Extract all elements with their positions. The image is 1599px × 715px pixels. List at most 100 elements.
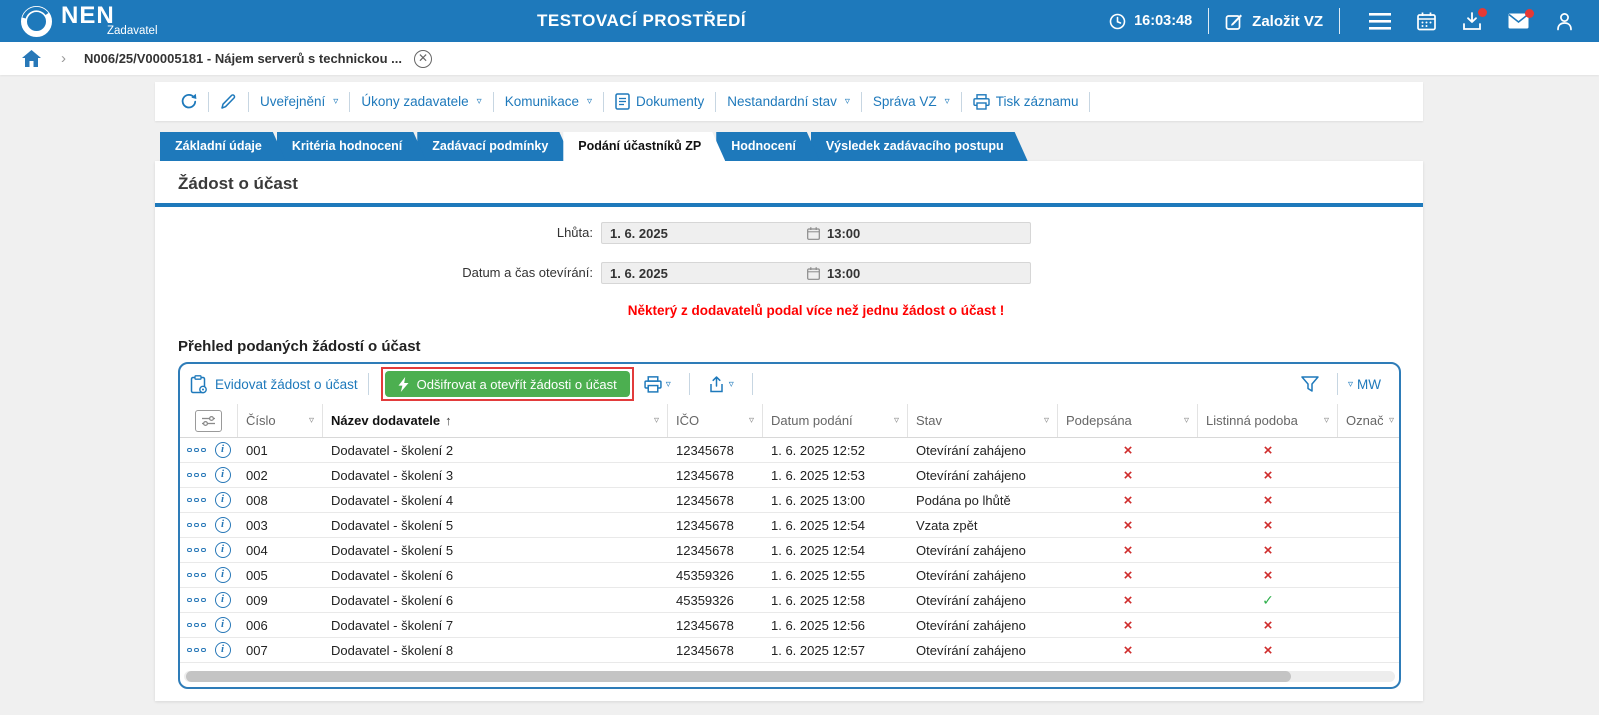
table-row[interactable]: i 002Dodavatel - školení 3123456781. 6. … bbox=[180, 463, 1399, 488]
cell-podepsana: × bbox=[1058, 442, 1198, 459]
deadline-time-value[interactable]: 13:00 bbox=[827, 226, 860, 241]
cell-stav: Otevírání zahájeno bbox=[908, 468, 1058, 483]
tab-kriteria-hodnoceni[interactable]: Kritéria hodnocení bbox=[277, 132, 426, 161]
cell-podepsana: × bbox=[1058, 592, 1198, 609]
deadline-date-value[interactable]: 1. 6. 2025 bbox=[602, 226, 807, 241]
info-icon[interactable]: i bbox=[215, 642, 231, 658]
cell-cislo: 003 bbox=[238, 518, 323, 533]
row-menu-icon[interactable] bbox=[187, 473, 206, 478]
breadcrumb-item[interactable]: N006/25/V00005181 - Nájem serverů s tech… bbox=[84, 51, 402, 66]
info-icon[interactable]: i bbox=[215, 542, 231, 558]
main-panel: Žádost o účast Lhůta: 1. 6. 2025 13:00 D… bbox=[155, 161, 1423, 701]
calendar-icon bbox=[1417, 12, 1436, 31]
edit-square-icon bbox=[1225, 12, 1244, 31]
tab-zadavaci-podminky[interactable]: Zadávací podmínky bbox=[417, 132, 572, 161]
menu-uverejneni[interactable]: Uveřejnění▿ bbox=[260, 94, 338, 109]
info-icon[interactable]: i bbox=[215, 467, 231, 483]
menu-sprava-vz[interactable]: Správa VZ▿ bbox=[873, 94, 950, 109]
horizontal-scrollbar[interactable] bbox=[184, 671, 1395, 682]
column-filter-icon[interactable]: ▿ bbox=[648, 415, 659, 426]
row-menu-icon[interactable] bbox=[187, 498, 206, 503]
table-row[interactable]: i 007Dodavatel - školení 8123456781. 6. … bbox=[180, 638, 1399, 663]
menu-ukony-zadavatele[interactable]: Úkony zadavatele▿ bbox=[361, 94, 481, 109]
mw-view-button[interactable]: MW bbox=[1357, 377, 1381, 392]
cell-stav: Otevírání zahájeno bbox=[908, 618, 1058, 633]
nen-logo[interactable]: NEN Zadavatel bbox=[20, 4, 158, 38]
cross-icon: × bbox=[1124, 517, 1133, 534]
column-filter-icon[interactable]: ▿ bbox=[1178, 415, 1189, 426]
tab-hodnoceni[interactable]: Hodnocení bbox=[716, 132, 820, 161]
tab-podani-ucastniku-zp[interactable]: Podání účastníků ZP bbox=[563, 132, 725, 161]
info-icon[interactable]: i bbox=[215, 617, 231, 633]
messages-button[interactable] bbox=[1508, 13, 1529, 29]
row-menu-icon[interactable] bbox=[187, 598, 206, 603]
table-row[interactable]: i 006Dodavatel - školení 7123456781. 6. … bbox=[180, 613, 1399, 638]
column-header-listinna-podoba[interactable]: Listinná podoba▿ bbox=[1198, 404, 1338, 437]
info-icon[interactable]: i bbox=[215, 517, 231, 533]
row-menu-icon[interactable] bbox=[187, 448, 206, 453]
column-settings-button[interactable] bbox=[195, 410, 222, 432]
export-icon bbox=[708, 376, 725, 393]
scrollbar-thumb[interactable] bbox=[186, 671, 1291, 682]
home-icon[interactable] bbox=[22, 50, 41, 67]
info-icon[interactable]: i bbox=[215, 442, 231, 458]
menu-tisk-zaznamu[interactable]: Tisk záznamu bbox=[973, 94, 1079, 110]
row-menu-icon[interactable] bbox=[187, 573, 206, 578]
column-filter-icon[interactable]: ▿ bbox=[888, 415, 899, 426]
register-request-button[interactable]: Evidovat žádost o účast bbox=[190, 375, 358, 394]
downloads-button[interactable] bbox=[1462, 12, 1482, 31]
info-icon[interactable]: i bbox=[215, 492, 231, 508]
column-filter-icon[interactable]: ▿ bbox=[1318, 415, 1329, 426]
opening-time-value[interactable]: 13:00 bbox=[827, 266, 860, 281]
menu-nestandardni-stav[interactable]: Nestandardní stav▿ bbox=[727, 94, 850, 109]
cell-ico: 12345678 bbox=[668, 468, 763, 483]
opening-date-value[interactable]: 1. 6. 2025 bbox=[602, 266, 807, 281]
row-menu-icon[interactable] bbox=[187, 548, 206, 553]
tab-zakladni-udaje[interactable]: Základní údaje bbox=[160, 132, 286, 161]
print-table-button[interactable]: ▿ bbox=[644, 376, 671, 393]
menu-dokumenty[interactable]: Dokumenty bbox=[615, 93, 704, 110]
menu-komunikace[interactable]: Komunikace▿ bbox=[505, 94, 592, 109]
edit-button[interactable] bbox=[220, 93, 237, 110]
column-filter-icon[interactable]: ▿ bbox=[1038, 415, 1049, 426]
info-icon[interactable]: i bbox=[215, 592, 231, 608]
row-menu-icon[interactable] bbox=[187, 523, 206, 528]
filter-button[interactable] bbox=[1301, 376, 1319, 392]
cross-icon: × bbox=[1264, 467, 1273, 484]
deadline-field[interactable]: 1. 6. 2025 13:00 bbox=[601, 222, 1031, 244]
column-header-datum-podani[interactable]: Datum podání▿ bbox=[763, 404, 908, 437]
chevron-down-icon[interactable]: ▿ bbox=[1348, 379, 1353, 390]
cell-listinna-podoba: × bbox=[1198, 517, 1338, 534]
column-header-cislo[interactable]: Číslo▿ bbox=[238, 404, 323, 437]
info-icon[interactable]: i bbox=[215, 567, 231, 583]
column-header-nazev-dodavatele[interactable]: Název dodavatele↑▿ bbox=[323, 404, 668, 437]
table-row[interactable]: i 004Dodavatel - školení 5123456781. 6. … bbox=[180, 538, 1399, 563]
create-vz-button[interactable]: Založit VZ bbox=[1225, 12, 1323, 31]
column-header-ico[interactable]: IČO▿ bbox=[668, 404, 763, 437]
calendar-button[interactable] bbox=[1417, 12, 1436, 31]
cross-icon: × bbox=[1264, 492, 1273, 509]
opening-field[interactable]: 1. 6. 2025 13:00 bbox=[601, 262, 1031, 284]
column-header-podepsana[interactable]: Podepsána▿ bbox=[1058, 404, 1198, 437]
column-header-oznacena[interactable]: Označena▿ bbox=[1338, 404, 1401, 437]
chevron-down-icon: ▿ bbox=[845, 96, 850, 107]
table-row[interactable]: i 008Dodavatel - školení 4123456781. 6. … bbox=[180, 488, 1399, 513]
decrypt-open-requests-button[interactable]: Odšifrovat a otevřít žádosti o účast bbox=[385, 371, 630, 397]
table-row[interactable]: i 005Dodavatel - školení 6453593261. 6. … bbox=[180, 563, 1399, 588]
refresh-button[interactable] bbox=[180, 93, 197, 110]
profile-button[interactable] bbox=[1555, 12, 1574, 31]
column-filter-icon[interactable]: ▿ bbox=[1383, 415, 1394, 426]
tab-vysledek-zadavaciho-postupu[interactable]: Výsledek zadávacího postupu bbox=[811, 132, 1028, 161]
column-filter-icon[interactable]: ▿ bbox=[743, 415, 754, 426]
table-row[interactable]: i 003Dodavatel - školení 5123456781. 6. … bbox=[180, 513, 1399, 538]
row-menu-icon[interactable] bbox=[187, 648, 206, 653]
row-menu-icon[interactable] bbox=[187, 623, 206, 628]
table-row[interactable]: i 009Dodavatel - školení 6453593261. 6. … bbox=[180, 588, 1399, 613]
close-record-icon[interactable]: ✕ bbox=[414, 50, 432, 68]
cell-cislo: 006 bbox=[238, 618, 323, 633]
menu-button[interactable] bbox=[1369, 13, 1391, 30]
table-row[interactable]: i 001Dodavatel - školení 2123456781. 6. … bbox=[180, 438, 1399, 463]
export-table-button[interactable]: ▿ bbox=[708, 376, 734, 393]
column-header-stav[interactable]: Stav▿ bbox=[908, 404, 1058, 437]
column-filter-icon[interactable]: ▿ bbox=[303, 415, 314, 426]
